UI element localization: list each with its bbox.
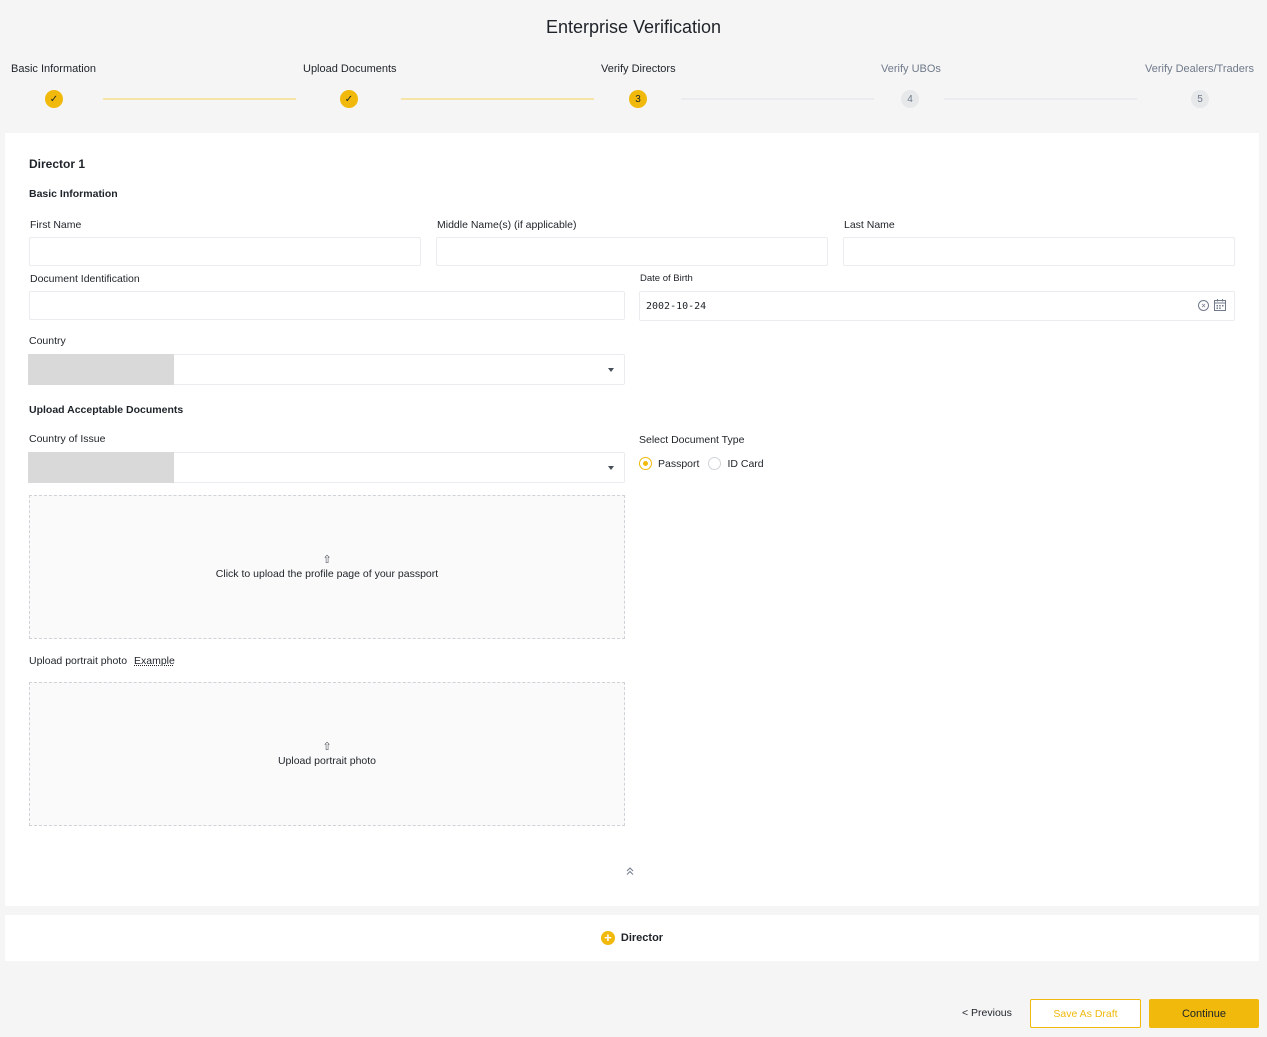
- portrait-label: Upload portrait photo: [29, 655, 128, 667]
- basic-info-heading: Basic Information: [29, 188, 118, 200]
- portrait-upload-text: Upload portrait photo: [277, 755, 377, 767]
- dob-label: Date of Birth: [640, 273, 693, 284]
- step-number-4: 4: [901, 90, 919, 108]
- middle-name-label: Middle Name(s) (if applicable): [437, 219, 577, 231]
- document-id-input[interactable]: [29, 291, 625, 320]
- country-of-issue-select[interactable]: [28, 452, 625, 483]
- clear-icon[interactable]: ×: [1198, 299, 1209, 311]
- country-select[interactable]: [28, 354, 625, 385]
- chevrons-up-icon[interactable]: [626, 866, 634, 879]
- radio-id-card[interactable]: ID Card: [708, 457, 764, 470]
- radio-id-card-indicator[interactable]: [708, 457, 722, 470]
- step-label-verify-directors: Verify Directors: [601, 63, 676, 75]
- step-connector: [944, 98, 1137, 100]
- check-icon: ✓: [45, 90, 63, 108]
- continue-button[interactable]: Continue: [1149, 999, 1259, 1028]
- step-label-basic-information: Basic Information: [11, 63, 96, 75]
- check-icon: ✓: [340, 90, 358, 108]
- step-number-5: 5: [1191, 90, 1209, 108]
- radio-passport-indicator[interactable]: [639, 457, 652, 470]
- dob-input[interactable]: 2002-10-24 ×: [639, 291, 1235, 321]
- country-of-issue-flag-placeholder: [28, 452, 174, 483]
- country-flag-placeholder: [28, 354, 174, 385]
- radio-passport-label: Passport: [658, 457, 700, 470]
- step-connector: [103, 98, 296, 100]
- chevron-down-icon: [608, 368, 614, 372]
- add-director-label: Director: [620, 932, 664, 944]
- last-name-input[interactable]: [843, 237, 1235, 266]
- radio-id-card-label: ID Card: [727, 457, 764, 470]
- country-of-issue-label: Country of Issue: [29, 433, 106, 445]
- chevron-down-icon: [608, 466, 614, 470]
- step-label-upload-documents: Upload Documents: [303, 63, 397, 75]
- doc-type-label: Select Document Type: [639, 434, 745, 446]
- previous-button[interactable]: < Previous: [962, 1007, 1012, 1019]
- add-director-button[interactable]: + Director: [5, 915, 1259, 961]
- document-id-label: Document Identification: [30, 273, 140, 285]
- upload-icon: ⇧: [322, 741, 332, 753]
- country-label: Country: [29, 335, 66, 347]
- first-name-input[interactable]: [29, 237, 421, 266]
- director-title: Director 1: [29, 157, 86, 171]
- step-label-verify-dealers-traders: Verify Dealers/Traders: [1145, 63, 1255, 75]
- step-connector: [681, 98, 874, 100]
- passport-upload-text: Click to upload the profile page of your…: [215, 568, 439, 580]
- doc-type-radio-group: Passport ID Card: [639, 457, 773, 470]
- portrait-label-row: Upload portrait photo Example: [29, 655, 175, 667]
- save-as-draft-button[interactable]: Save As Draft: [1030, 999, 1141, 1028]
- step-label-verify-ubos: Verify UBOs: [881, 63, 941, 75]
- example-link[interactable]: Example: [134, 655, 175, 667]
- upload-icon: ⇧: [322, 554, 332, 566]
- step-connector: [401, 98, 594, 100]
- plus-circle-icon: +: [600, 931, 615, 945]
- radio-passport[interactable]: Passport: [639, 457, 699, 470]
- first-name-label: First Name: [30, 219, 82, 231]
- dob-value: 2002-10-24: [646, 300, 707, 312]
- last-name-label: Last Name: [844, 219, 895, 231]
- page-title: Enterprise Verification: [545, 17, 722, 37]
- calendar-icon[interactable]: [1214, 299, 1226, 311]
- portrait-upload-zone[interactable]: ⇧ Upload portrait photo: [29, 682, 625, 826]
- step-number-3: 3: [629, 90, 647, 108]
- middle-name-input[interactable]: [436, 237, 828, 266]
- passport-upload-zone[interactable]: ⇧ Click to upload the profile page of yo…: [29, 495, 625, 639]
- upload-documents-heading: Upload Acceptable Documents: [29, 404, 184, 416]
